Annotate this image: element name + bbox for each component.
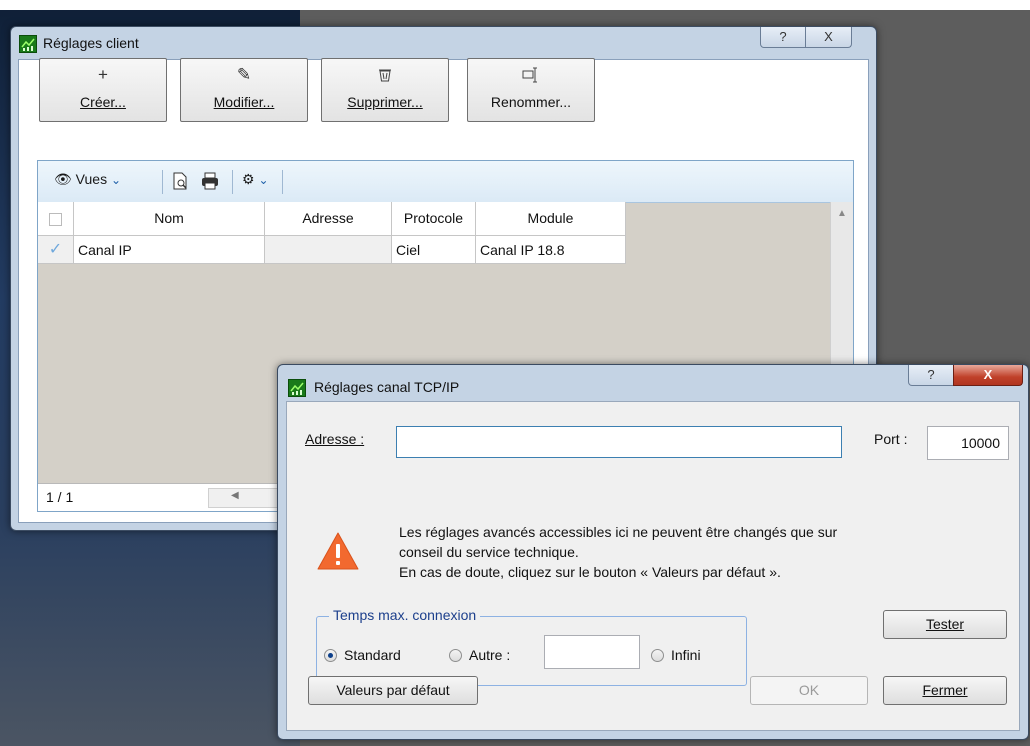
checkbox-icon — [49, 212, 62, 226]
warning-message: Les réglages avancés accessibles ici ne … — [399, 522, 999, 582]
standard-radio[interactable] — [324, 649, 337, 662]
views-label: Vues — [75, 171, 108, 187]
row-check-icon[interactable]: ✓ — [38, 236, 74, 264]
create-button[interactable]: + Créer... — [39, 58, 167, 122]
warning-line: En cas de doute, cliquez sur le bouton «… — [399, 564, 781, 580]
delete-button-label: Supprimer... — [347, 94, 423, 110]
toolbar-separator — [282, 170, 283, 194]
ok-button[interactable]: OK — [750, 676, 868, 705]
connection-timeout-title: Temps max. connexion — [329, 607, 481, 623]
client-help-button[interactable]: ? — [760, 27, 806, 48]
toolbar-separator — [232, 170, 233, 194]
views-menu[interactable]: 👁 Vues ⌄ — [54, 171, 121, 193]
defaults-button[interactable]: Valeurs par défaut — [308, 676, 478, 705]
print-icon[interactable] — [200, 171, 220, 193]
infinite-radio-label[interactable]: Infini — [671, 647, 701, 663]
close-dialog-button-label: Fermer — [922, 682, 968, 698]
modify-button[interactable]: ✎ Modifier... — [180, 58, 308, 122]
warning-line: conseil du service technique. — [399, 544, 579, 560]
client-close-button[interactable]: X — [805, 27, 852, 48]
other-radio[interactable] — [449, 649, 462, 662]
defaults-button-label: Valeurs par défaut — [336, 682, 450, 698]
other-value-input[interactable] — [544, 635, 640, 669]
close-dialog-button[interactable]: Fermer — [883, 676, 1007, 705]
column-header-nom[interactable]: Nom — [74, 202, 265, 236]
test-button-label: Tester — [925, 616, 965, 632]
eye-icon: 👁 — [54, 171, 72, 187]
trash-icon — [322, 65, 448, 88]
pencil-icon: ✎ — [236, 65, 252, 84]
gear-icon: ⚙ — [242, 171, 255, 187]
modify-button-label: Modifier... — [213, 94, 275, 110]
plus-icon: + — [98, 65, 108, 84]
rename-button-label: Renommer... — [490, 94, 572, 110]
table-row-adresse[interactable] — [265, 236, 392, 264]
settings-gear-menu[interactable]: ⚙ ⌄ — [242, 171, 269, 193]
test-button[interactable]: Tester — [883, 610, 1007, 639]
rename-icon — [468, 65, 594, 88]
chevron-down-icon: ⌄ — [258, 173, 269, 187]
address-label: Adresse : — [305, 431, 365, 447]
rename-button[interactable]: Renommer... — [467, 58, 595, 122]
app-chart-icon — [19, 35, 37, 53]
warning-icon — [316, 531, 360, 571]
toolbar-separator — [162, 170, 163, 194]
infinite-radio[interactable] — [651, 649, 664, 662]
chevron-down-icon: ⌄ — [110, 173, 122, 187]
address-input[interactable] — [396, 426, 842, 458]
tcpip-help-button[interactable]: ? — [908, 365, 954, 386]
client-window-title: Réglages client — [43, 35, 139, 51]
ok-button-label: OK — [798, 682, 820, 698]
warning-line: Les réglages avancés accessibles ici ne … — [399, 524, 838, 540]
select-all-checkbox[interactable] — [38, 202, 74, 236]
column-header-adresse[interactable]: Adresse — [265, 202, 392, 236]
scroll-left-icon: ◀ — [231, 490, 239, 501]
app-chart-icon — [288, 379, 306, 397]
column-header-module[interactable]: Module — [476, 202, 626, 236]
table-row-module[interactable]: Canal IP 18.8 — [476, 236, 626, 264]
tcpip-dialog-body: Adresse : Port : 10000 Les réglages avan… — [286, 401, 1020, 731]
desktop-top-strip — [0, 0, 1030, 10]
preview-icon[interactable] — [172, 171, 190, 193]
table-row-nom[interactable]: Canal IP — [74, 236, 265, 264]
tcpip-dialog-title: Réglages canal TCP/IP — [314, 379, 460, 395]
tcpip-settings-dialog: Réglages canal TCP/IP ? X Adresse : Port… — [277, 364, 1029, 740]
create-button-label: Créer... — [80, 94, 126, 110]
column-header-protocole[interactable]: Protocole — [392, 202, 476, 236]
table-row-protocole[interactable]: Ciel — [392, 236, 476, 264]
tcpip-close-button[interactable]: X — [953, 365, 1023, 386]
client-window-titlebar[interactable]: Réglages client ? X — [11, 27, 876, 57]
page-counter: 1 / 1 — [46, 489, 74, 505]
port-label: Port : — [874, 431, 908, 447]
port-input[interactable]: 10000 — [927, 426, 1009, 460]
other-radio-label[interactable]: Autre : — [469, 647, 510, 663]
tcpip-dialog-titlebar[interactable]: Réglages canal TCP/IP ? X — [278, 365, 1028, 397]
standard-radio-label[interactable]: Standard — [344, 647, 401, 663]
list-toolbar: 👁 Vues ⌄ ⚙ ⌄ — [38, 161, 853, 203]
scroll-up-icon: ▲ — [837, 208, 847, 219]
delete-button[interactable]: Supprimer... — [321, 58, 449, 122]
